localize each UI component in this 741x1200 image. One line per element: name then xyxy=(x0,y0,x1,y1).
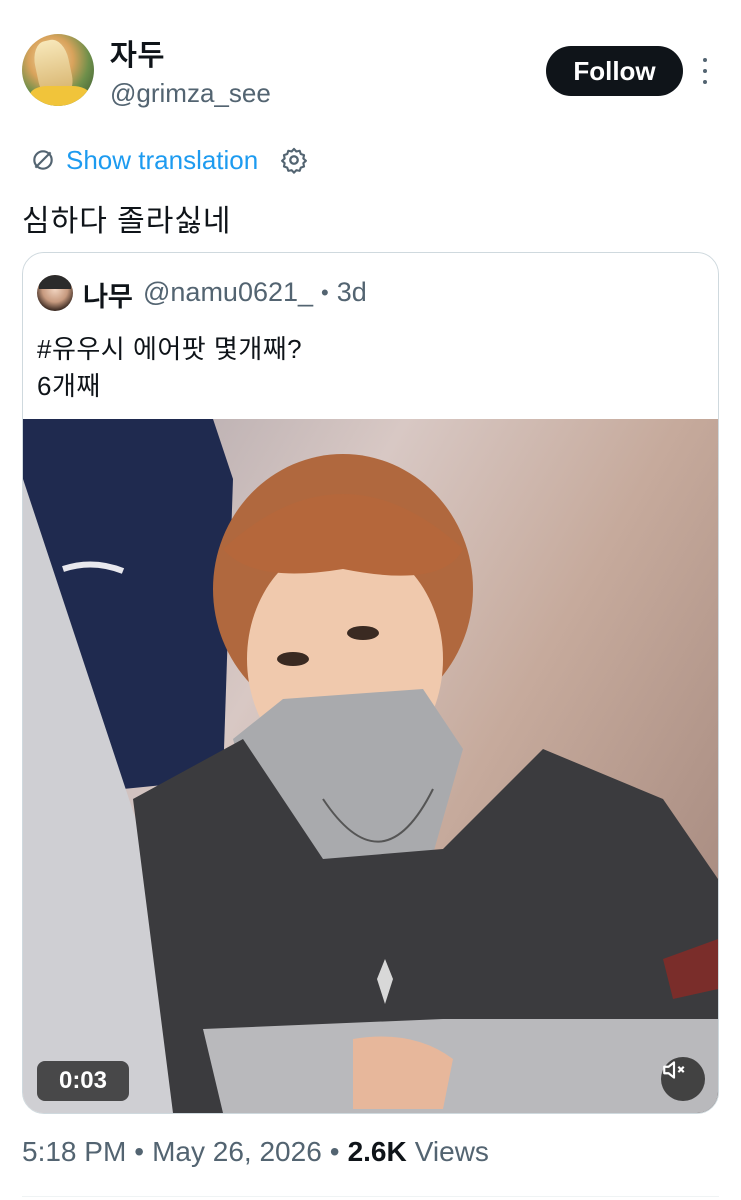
author-avatar[interactable] xyxy=(22,34,94,106)
translate-icon xyxy=(33,150,53,170)
video-frame xyxy=(23,419,718,1113)
tweet-time[interactable]: 5:18 PM xyxy=(22,1136,126,1168)
divider xyxy=(22,1196,719,1197)
video-player[interactable]: 0:03 xyxy=(23,419,718,1113)
avatar-hat-shape xyxy=(39,275,71,289)
meta-separator: • xyxy=(329,1136,340,1167)
tweet-meta-row: 5:18 PM • May 26, 2026 • 2.6K Views xyxy=(22,1136,489,1168)
follow-button[interactable]: Follow xyxy=(546,46,683,96)
gear-icon[interactable] xyxy=(280,146,308,174)
quoted-author-name[interactable]: 나무 xyxy=(83,275,133,314)
video-duration-badge: 0:03 xyxy=(37,1061,129,1101)
quoted-text-line: #유우시 에어팟 몇개째? xyxy=(37,334,303,364)
views-count: 2.6K xyxy=(347,1136,407,1167)
show-translation-link[interactable]: Show translation xyxy=(66,145,258,176)
quoted-author-avatar[interactable] xyxy=(37,275,73,311)
tweet-text: 심하다 졸라싫네 xyxy=(22,205,232,238)
quoted-meta: @namu0621_ • 3d xyxy=(143,277,367,308)
author-handle[interactable]: @grimza_see xyxy=(110,78,271,109)
mute-toggle-button[interactable] xyxy=(661,1057,705,1101)
quoted-tweet-age[interactable]: 3d xyxy=(337,277,367,308)
speaker-muted-icon xyxy=(663,1061,685,1079)
quoted-tweet-card[interactable]: 나무 @namu0621_ • 3d #유우시 에어팟 몇개째? 6개째 0:0… xyxy=(22,252,719,1114)
avatar-shirt-shape xyxy=(30,86,90,106)
tweet-date[interactable]: May 26, 2026 xyxy=(152,1136,322,1168)
translation-row: Show translation xyxy=(30,142,308,178)
quoted-text-line: 6개째 xyxy=(37,371,101,401)
more-options-icon[interactable] xyxy=(700,58,710,84)
views-label: Views xyxy=(414,1136,489,1167)
quoted-author-handle[interactable]: @namu0621_ xyxy=(143,277,313,308)
meta-separator: • xyxy=(134,1136,145,1167)
quoted-tweet-text: #유우시 에어팟 몇개째? 6개째 xyxy=(37,331,302,405)
meta-separator: • xyxy=(321,279,329,305)
tweet-detail-page: 자두 @grimza_see Follow Show translation 심… xyxy=(0,0,741,1200)
author-display-name[interactable]: 자두 xyxy=(110,32,165,74)
